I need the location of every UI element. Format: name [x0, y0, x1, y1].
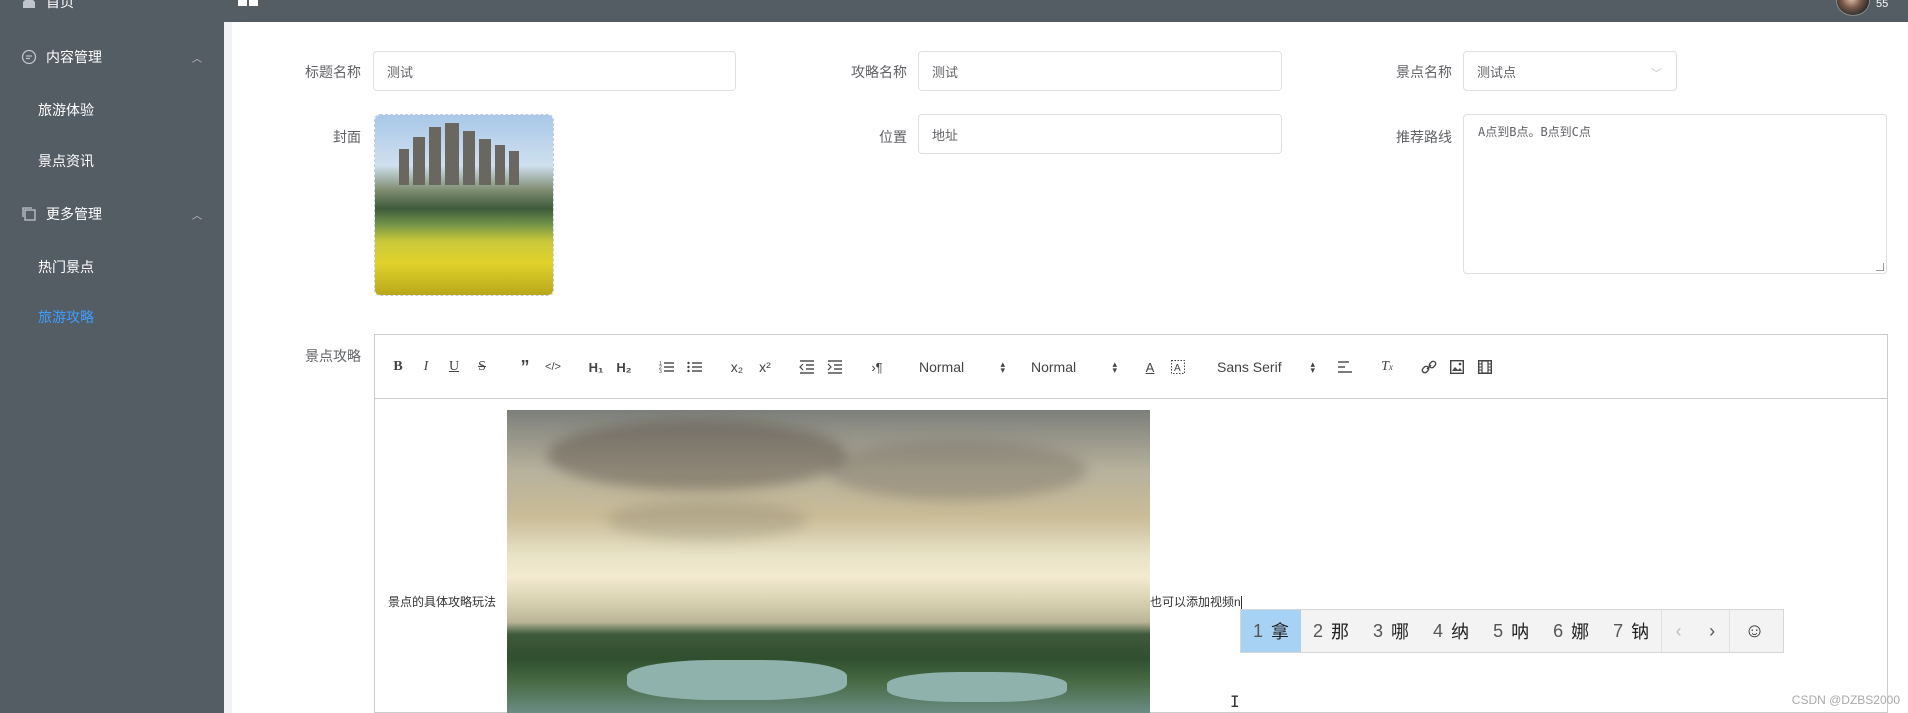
- ime-next-page-icon[interactable]: ›: [1695, 610, 1729, 652]
- editor-text-after-image-value: 也可以添加视频n: [1150, 595, 1241, 609]
- chat-bubble-icon: [20, 48, 38, 66]
- route-label: 推荐路线: [1396, 129, 1452, 145]
- emoji-icon[interactable]: ☺: [1729, 610, 1779, 652]
- size-select[interactable]: Normal ▴ ▾: [1031, 357, 1117, 377]
- font-select[interactable]: Sans Serif ▴ ▾: [1217, 357, 1315, 377]
- size-select-value: Normal: [1031, 359, 1077, 375]
- collapse-menu-icon[interactable]: [238, 0, 260, 8]
- sidebar-item-spot-news[interactable]: 景点资讯: [0, 141, 224, 181]
- clear-format-icon[interactable]: Tx: [1377, 357, 1397, 377]
- font-color-icon[interactable]: A: [1141, 357, 1159, 377]
- ime-candidate[interactable]: 4纳: [1421, 610, 1481, 652]
- editor-text-after-image: 也可以添加视频n: [1150, 593, 1242, 610]
- menu-item-home-label: 首页: [46, 0, 74, 10]
- link-icon[interactable]: [1419, 357, 1439, 377]
- watermark: CSDN @DZBS2000: [1791, 693, 1900, 707]
- i-beam-cursor-icon: I: [1230, 692, 1240, 711]
- bullet-list-icon[interactable]: [685, 357, 705, 377]
- title-input[interactable]: 测试: [373, 51, 736, 91]
- sidebar-item-travel-experience[interactable]: 旅游体验: [0, 90, 224, 130]
- ime-candidate[interactable]: 5呐: [1481, 610, 1541, 652]
- guide-name-input-value: 测试: [932, 64, 959, 80]
- menu-group-more[interactable]: 更多管理 ︿: [0, 194, 224, 234]
- ime-candidate[interactable]: 3哪: [1361, 610, 1421, 652]
- title-label: 标题名称: [305, 64, 361, 80]
- strike-icon[interactable]: S: [473, 357, 491, 377]
- route-textarea[interactable]: A点到B点。B点到C点: [1463, 114, 1887, 274]
- updown-icon: ▴ ▾: [1112, 359, 1117, 375]
- indent-icon[interactable]: [825, 357, 845, 377]
- home-icon: [20, 0, 38, 11]
- cover-upload[interactable]: [374, 114, 554, 296]
- ime-candidate[interactable]: 2那: [1301, 610, 1361, 652]
- title-input-value: 测试: [387, 64, 414, 80]
- spot-name-select-value: 测试点: [1477, 64, 1517, 80]
- header-1-icon[interactable]: H₁: [585, 357, 607, 377]
- svg-text:A: A: [1174, 363, 1181, 374]
- ordered-list-icon[interactable]: 123: [657, 357, 677, 377]
- chevron-up-icon: ︿: [192, 210, 202, 222]
- align-icon[interactable]: [1335, 357, 1355, 377]
- copy-icon: [20, 205, 38, 223]
- menu-item-home[interactable]: 首页: [0, 0, 224, 22]
- header-select-value: Normal: [919, 359, 965, 375]
- editor-toolbar: B I U S ” </> H₁ H₂ 123 x₂ x² ›¶ Normal …: [375, 335, 1887, 399]
- editor-text-before-image-line: 景点的具体攻略玩法: [388, 595, 497, 609]
- font-select-value: Sans Serif: [1217, 359, 1282, 375]
- outdent-icon[interactable]: [797, 357, 817, 377]
- menu-group-content[interactable]: 内容管理 ︿: [0, 37, 224, 77]
- subscript-icon[interactable]: x₂: [727, 357, 747, 377]
- chevron-down-icon: ﹀: [1651, 68, 1662, 80]
- text-direction-icon[interactable]: ›¶: [867, 357, 887, 377]
- bold-icon[interactable]: B: [389, 357, 407, 377]
- background-color-icon[interactable]: A: [1169, 357, 1187, 377]
- spot-name-label: 景点名称: [1396, 64, 1452, 80]
- route-textarea-value: A点到B点。B点到C点: [1478, 125, 1591, 139]
- editor-inserted-image[interactable]: [507, 410, 1150, 713]
- video-icon[interactable]: [1475, 357, 1495, 377]
- location-input-value: 地址: [932, 127, 959, 143]
- sidebar: 首页 内容管理 ︿ 旅游体验 景点资讯 更多管理 ︿ 热门景点 旅游攻略: [0, 0, 224, 713]
- cover-image: [375, 115, 553, 295]
- italic-icon[interactable]: I: [417, 357, 435, 377]
- guide-name-input[interactable]: 测试: [918, 51, 1282, 91]
- location-label: 位置: [879, 129, 907, 145]
- chevron-up-icon: ︿: [192, 53, 202, 65]
- blockquote-icon[interactable]: ”: [515, 357, 535, 377]
- header-select[interactable]: Normal ▴ ▾: [919, 357, 1005, 377]
- updown-icon: ▴ ▾: [1000, 359, 1005, 375]
- code-block-icon[interactable]: </>: [543, 357, 563, 377]
- menu-group-more-label: 更多管理: [46, 206, 102, 222]
- sidebar-item-hot-spots[interactable]: 热门景点: [0, 247, 224, 287]
- top-header: [224, 0, 1908, 22]
- guide-name-label: 攻略名称: [851, 64, 907, 80]
- location-input[interactable]: 地址: [918, 114, 1282, 154]
- ime-candidate[interactable]: 7钠: [1601, 610, 1661, 652]
- resize-handle-icon[interactable]: [1876, 263, 1884, 271]
- ime-candidate[interactable]: 6娜: [1541, 610, 1601, 652]
- text-caret: [1240, 595, 1242, 610]
- ime-candidate-bar: 1拿 2那 3哪 4纳 5呐 6娜 7钠 ‹ › ☺: [1240, 609, 1784, 653]
- svg-text:3: 3: [659, 369, 662, 374]
- cover-label: 封面: [333, 129, 361, 145]
- ime-prev-page-icon[interactable]: ‹: [1661, 610, 1695, 652]
- updown-icon: ▴ ▾: [1310, 359, 1315, 375]
- username[interactable]: 55: [1876, 0, 1888, 10]
- image-icon[interactable]: [1447, 357, 1467, 377]
- sidebar-item-travel-guide[interactable]: 旅游攻略: [0, 297, 224, 337]
- ime-candidate[interactable]: 1拿: [1241, 610, 1302, 652]
- menu-group-content-label: 内容管理: [46, 49, 102, 65]
- underline-icon[interactable]: U: [445, 357, 463, 377]
- spot-name-select[interactable]: 测试点 ﹀: [1463, 51, 1677, 91]
- header-2-icon[interactable]: H₂: [613, 357, 635, 377]
- content-label: 景点攻略: [305, 348, 361, 364]
- superscript-icon[interactable]: x²: [755, 357, 775, 377]
